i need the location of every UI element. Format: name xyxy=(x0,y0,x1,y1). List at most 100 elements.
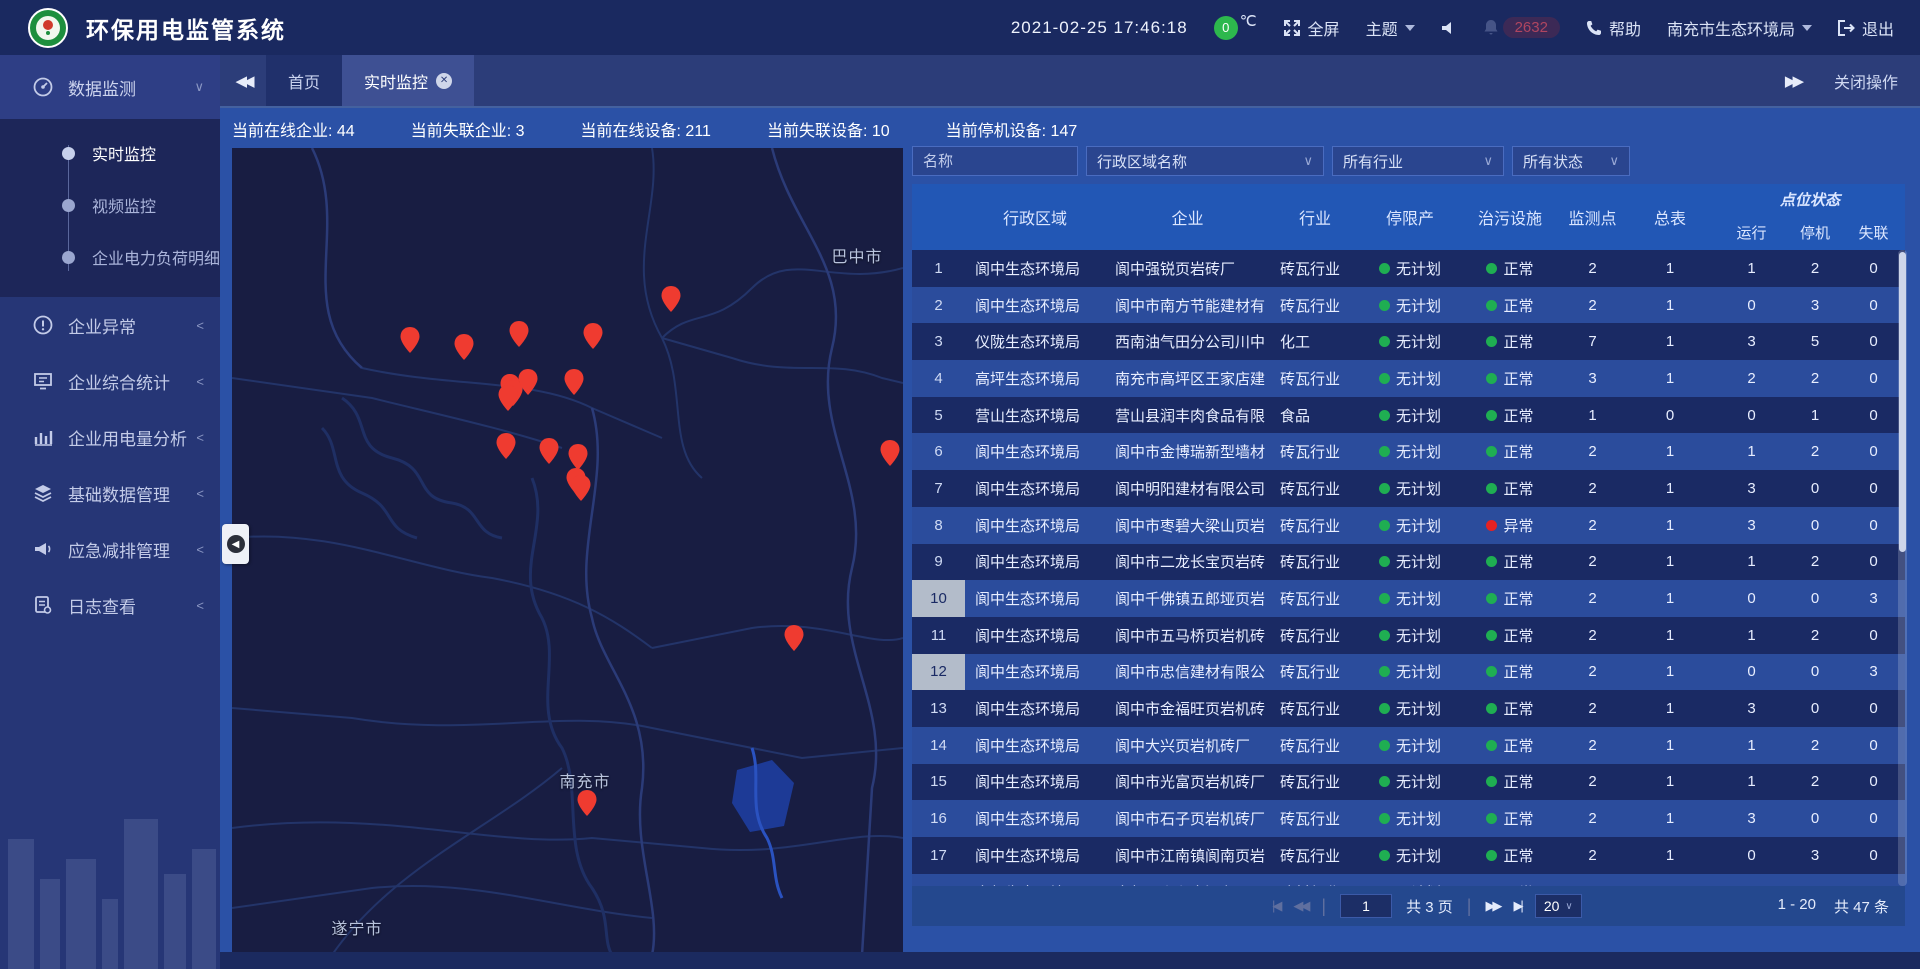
theme-dropdown[interactable]: 主题 xyxy=(1366,16,1415,40)
sidebar-item-base-data[interactable]: 基础数据管理 < xyxy=(0,465,220,521)
table-row[interactable]: 11 阆中生态环境局 阆中市五马桥页岩机砖 砖瓦行业 无计划 正常 2 1 1 … xyxy=(912,617,1905,654)
tab-label: 实时监控 xyxy=(364,69,428,93)
table-row[interactable]: 13 阆中生态环境局 阆中市金福旺页岩机砖 砖瓦行业 无计划 正常 2 1 3 … xyxy=(912,690,1905,727)
close-icon[interactable]: ✕ xyxy=(436,73,452,89)
sidebar-item-realtime-monitor[interactable]: 实时监控 xyxy=(0,127,220,179)
close-operations-button[interactable]: 关闭操作 xyxy=(1834,69,1898,93)
sidebar-item-data-monitor[interactable]: 数据监测 ∨ xyxy=(0,55,220,119)
cell-company: 阆中明阳建材有限公司 xyxy=(1105,470,1270,507)
help-button[interactable]: 帮助 xyxy=(1586,16,1641,40)
table-row[interactable]: 16 阆中生态环境局 阆中市石子页岩机砖厂 砖瓦行业 无计划 正常 2 1 3 … xyxy=(912,800,1905,837)
table-row[interactable]: 1 阆中生态环境局 阆中强锐页岩砖厂 砖瓦行业 无计划 正常 2 1 1 2 0 xyxy=(912,250,1905,287)
first-page-button[interactable]: |◀ xyxy=(1272,898,1279,914)
table-row[interactable]: 6 阆中生态环境局 阆中市金博瑞新型墙材 砖瓦行业 无计划 正常 2 1 1 2… xyxy=(912,433,1905,470)
map-marker-pin[interactable] xyxy=(495,432,517,465)
tabs-scroll-right-button[interactable]: ▶▶ xyxy=(1785,72,1800,90)
map-marker-pin[interactable] xyxy=(570,474,592,507)
cell-industry: 砖瓦行业 xyxy=(1270,433,1360,470)
stat-stopped-devices: 当前停机设备: 147 xyxy=(946,117,1078,141)
name-search-input[interactable] xyxy=(923,153,1067,170)
phone-icon xyxy=(1586,20,1602,36)
cell-index: 7 xyxy=(912,470,965,507)
sidebar-item-log-view[interactable]: 日志查看 < xyxy=(0,577,220,633)
notification-count-badge: 2632 xyxy=(1503,17,1560,38)
status-select[interactable]: 所有状态 ∨ xyxy=(1512,146,1630,176)
industry-select[interactable]: 所有行业 ∨ xyxy=(1332,146,1504,176)
table-row[interactable]: 2 阆中生态环境局 阆中市南方节能建材有 砖瓦行业 无计划 正常 2 1 0 3… xyxy=(912,287,1905,324)
next-page-button[interactable]: ▶▶ xyxy=(1485,898,1499,914)
map-marker-pin[interactable] xyxy=(783,624,805,657)
map-collapse-button[interactable]: ◀ xyxy=(222,524,249,564)
map-marker-pin[interactable] xyxy=(399,326,421,359)
prev-page-button[interactable]: ◀◀ xyxy=(1293,898,1307,914)
table-scrollbar[interactable] xyxy=(1898,250,1907,886)
tab-realtime-monitor[interactable]: 实时监控 ✕ xyxy=(342,55,474,106)
cell-company: 阆中市金博瑞新型墙材 xyxy=(1105,433,1270,470)
bullet-icon xyxy=(62,147,75,160)
logout-button[interactable]: 退出 xyxy=(1838,16,1894,40)
map-city-label-suining: 遂宁市 xyxy=(331,915,382,939)
cell-stopped-count: 1 xyxy=(1788,397,1842,434)
sidebar-item-power-analysis[interactable]: 企业用电量分析 < xyxy=(0,409,220,465)
tab-home[interactable]: 首页 xyxy=(266,55,342,106)
table-row[interactable]: 10 阆中生态环境局 阆中千佛镇五郎垭页岩 砖瓦行业 无计划 正常 2 1 0 … xyxy=(912,580,1905,617)
map-marker-pin[interactable] xyxy=(497,384,519,417)
cell-running-count: 0 xyxy=(1715,654,1788,691)
sidebar-item-video-monitor[interactable]: 视频监控 xyxy=(0,179,220,231)
sidebar-item-enterprise-abnormal[interactable]: 企业异常 < xyxy=(0,297,220,353)
region-select[interactable]: 行政区域名称 ∨ xyxy=(1086,146,1324,176)
cell-lost-count: 0 xyxy=(1842,764,1905,801)
map-marker-pin[interactable] xyxy=(660,285,682,318)
page-number-input[interactable] xyxy=(1340,894,1392,918)
cell-lost-count: 0 xyxy=(1842,837,1905,874)
tabs-scroll-left-button[interactable]: ◀◀ xyxy=(220,55,266,106)
map-city-label-bazhong: 巴中市 xyxy=(831,243,882,267)
last-page-button[interactable]: ▶| xyxy=(1513,898,1520,914)
sidebar-item-emergency-reduce[interactable]: 应急减排管理 < xyxy=(0,521,220,577)
table-row[interactable]: 5 营山生态环境局 营山县润丰肉食品有限 食品 无计划 正常 1 0 0 1 0 xyxy=(912,397,1905,434)
map-marker-pin[interactable] xyxy=(508,320,530,353)
table-row[interactable]: 17 阆中生态环境局 阆中市江南镇阆南页岩 砖瓦行业 无计划 正常 2 1 0 … xyxy=(912,837,1905,874)
cell-facility: 正常 xyxy=(1460,654,1560,691)
cell-industry: 砖瓦行业 xyxy=(1270,580,1360,617)
cell-total-meter: 1 xyxy=(1625,323,1715,360)
status-dot-green xyxy=(1379,630,1390,641)
table-row[interactable]: 7 阆中生态环境局 阆中明阳建材有限公司 砖瓦行业 无计划 正常 2 1 3 0… xyxy=(912,470,1905,507)
table-row[interactable]: 12 阆中生态环境局 阆中市忠信建材有限公 砖瓦行业 无计划 正常 2 1 0 … xyxy=(912,654,1905,691)
map-marker-pin[interactable] xyxy=(563,368,585,401)
cell-monitor-count: 5 xyxy=(1560,874,1625,886)
notifications-button[interactable]: 2632 xyxy=(1483,17,1560,38)
map-marker-pin[interactable] xyxy=(879,439,901,472)
map-marker-pin[interactable] xyxy=(582,322,604,355)
map-marker-pin[interactable] xyxy=(538,437,560,470)
cell-region: 阆中生态环境局 xyxy=(965,250,1105,287)
sidebar-item-label: 企业异常 xyxy=(68,313,136,338)
cell-stopped-count: 2 xyxy=(1788,360,1842,397)
col-header-plan: 停限产 xyxy=(1360,184,1460,250)
table-row[interactable]: 9 阆中生态环境局 阆中市二龙长宝页岩砖 砖瓦行业 无计划 正常 2 1 1 2… xyxy=(912,544,1905,581)
fullscreen-button[interactable]: 全屏 xyxy=(1283,16,1340,40)
status-dot-green xyxy=(1486,813,1497,824)
cell-lost-count: 3 xyxy=(1842,654,1905,691)
sidebar-item-enterprise-stats[interactable]: 企业综合统计 < xyxy=(0,353,220,409)
map-marker-pin[interactable] xyxy=(576,789,598,822)
map-marker-pin[interactable] xyxy=(453,333,475,366)
cell-index: 2 xyxy=(912,287,965,324)
cell-monitor-count: 2 xyxy=(1560,250,1625,287)
map-panel[interactable]: 巴中市 南充市 遂宁市 xyxy=(232,148,903,955)
table-row[interactable]: 3 仪陇生态环境局 西南油气田分公司川中 化工 无计划 正常 7 1 3 5 0 xyxy=(912,323,1905,360)
status-dot-green xyxy=(1486,556,1497,567)
table-row[interactable]: 14 阆中生态环境局 阆中大兴页岩机砖厂 砖瓦行业 无计划 正常 2 1 1 2… xyxy=(912,727,1905,764)
table-row[interactable]: 15 阆中生态环境局 阆中市光富页岩机砖厂 砖瓦行业 无计划 正常 2 1 1 … xyxy=(912,764,1905,801)
org-dropdown[interactable]: 南充市生态环境局 xyxy=(1667,16,1812,40)
sidebar-item-power-load-detail[interactable]: 企业电力负荷明细 xyxy=(0,231,220,283)
table-row[interactable]: 18 南部生态环境局 南部县砌兴水泥有限公 建材行业 无计划 正常 5 0 0 … xyxy=(912,874,1905,886)
sound-button[interactable] xyxy=(1441,20,1457,36)
table-row[interactable]: 8 阆中生态环境局 阆中市枣碧大梁山页岩 砖瓦行业 无计划 异常 2 1 3 0… xyxy=(912,507,1905,544)
page-size-select[interactable]: 20 ∨ xyxy=(1535,894,1582,918)
status-dot-green xyxy=(1486,300,1497,311)
table-row[interactable]: 4 高坪生态环境局 南充市高坪区王家店建 砖瓦行业 无计划 正常 3 1 2 2… xyxy=(912,360,1905,397)
bell-icon xyxy=(1483,19,1499,36)
sidebar-submenu: 实时监控 视频监控 企业电力负荷明细 xyxy=(0,119,220,297)
map-marker-pin[interactable] xyxy=(517,368,539,401)
